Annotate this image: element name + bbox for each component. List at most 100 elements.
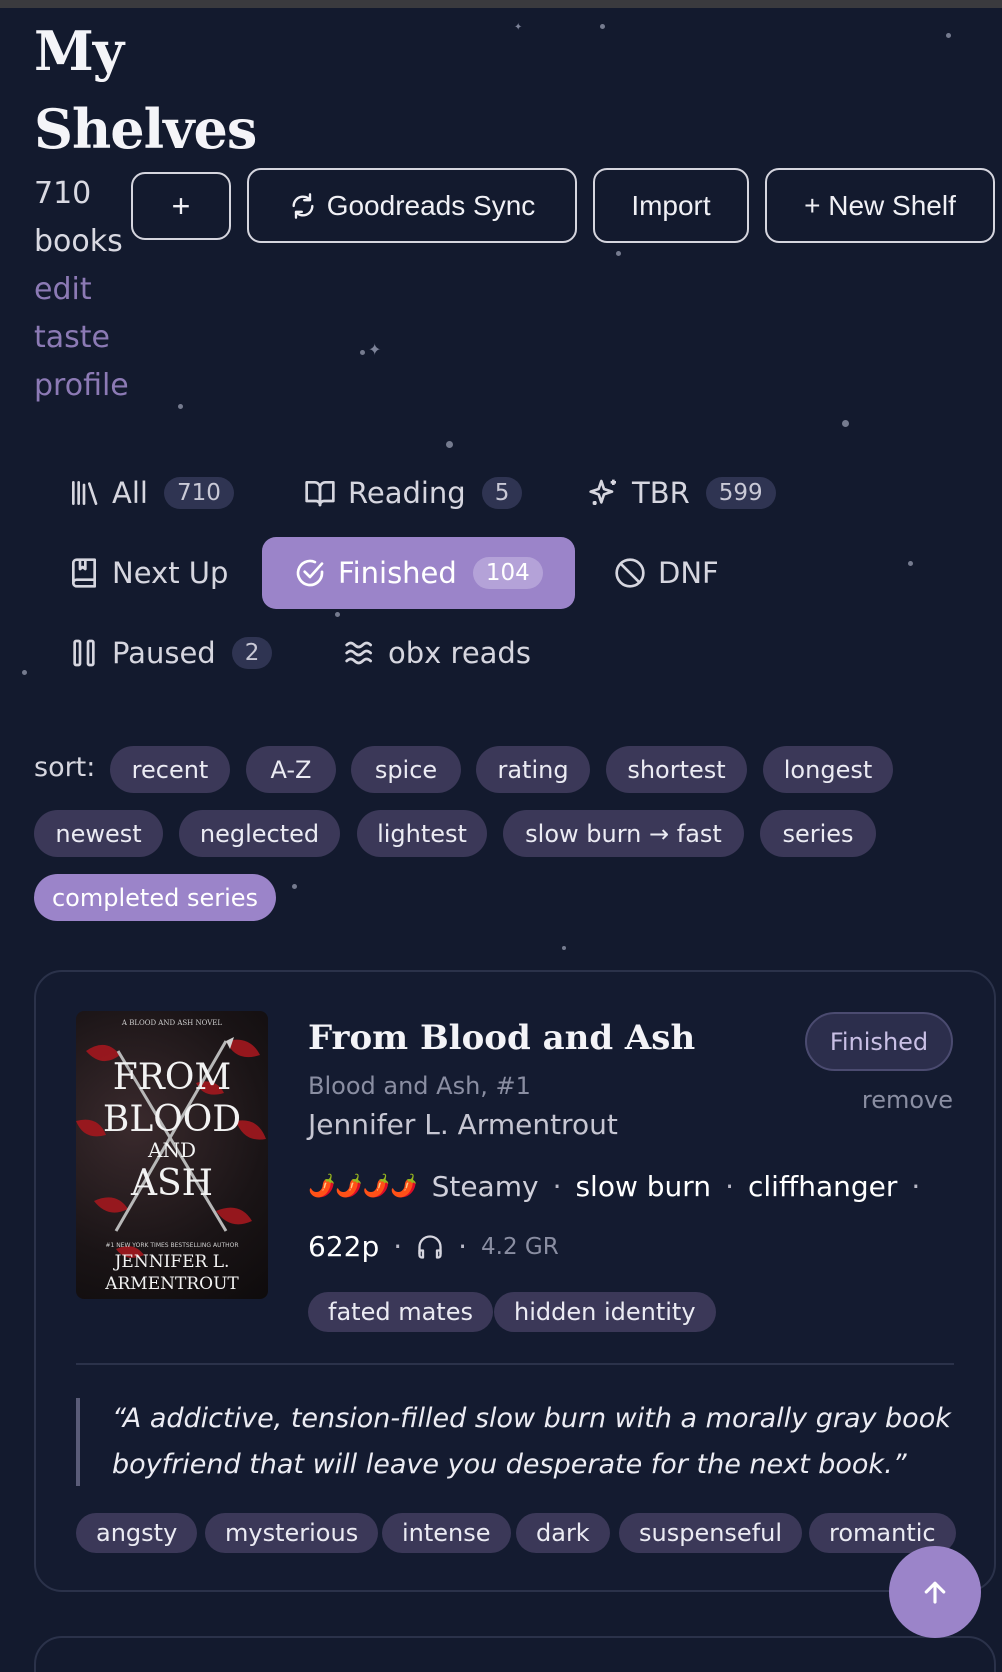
mood-tag[interactable]: angsty — [76, 1513, 198, 1553]
sort-chip-slow-burn-fast[interactable]: slow burn → fast — [503, 810, 744, 857]
separator-dot: · — [393, 1230, 403, 1263]
book-cover[interactable]: A BLOOD AND ASH NOVEL FROM BLOOD AND ASH… — [76, 1011, 268, 1299]
book-details-line: 🌶️🌶️🌶️🌶️ Steamy · slow burn · cliffhange… — [308, 1170, 920, 1203]
book-count: 710 books — [34, 170, 129, 266]
status-label: Finished — [829, 1027, 929, 1056]
open-book-icon — [305, 481, 335, 507]
mood-tag[interactable]: intense — [382, 1513, 511, 1553]
sort-chip-a-z[interactable]: A-Z — [246, 746, 336, 793]
star-decoration — [600, 24, 605, 29]
star-decoration — [335, 612, 340, 617]
shelf-meta: 710 books edit taste profile — [34, 170, 129, 410]
sort-chip-series[interactable]: series — [760, 810, 876, 857]
waves-icon — [345, 641, 372, 665]
star-decoration — [842, 420, 849, 427]
tab-label: obx reads — [388, 636, 531, 670]
page-title-line: My — [34, 19, 124, 83]
sort-chip-spice[interactable]: spice — [351, 746, 461, 793]
tab-next-up[interactable]: Next Up — [68, 537, 228, 609]
mood-tag[interactable]: dark — [516, 1513, 610, 1553]
tab-obx-reads[interactable]: obx reads — [344, 617, 531, 689]
star-decoration — [446, 441, 453, 448]
sort-chip-recent[interactable]: recent — [110, 746, 230, 793]
sort-chip-newest[interactable]: newest — [34, 810, 163, 857]
book-quote: “A addictive, tension-filled slow burn w… — [112, 1403, 951, 1480]
page-count: 622p — [308, 1230, 380, 1263]
page-title-line: Shelves — [34, 97, 257, 161]
separator-dot: · — [725, 1170, 734, 1203]
trope-tag[interactable]: fated mates — [308, 1292, 493, 1332]
link-line: taste — [34, 320, 110, 355]
star-decoration — [22, 670, 27, 675]
tab-label: TBR — [632, 476, 690, 510]
star-decoration — [616, 251, 621, 256]
sort-label: sort: — [34, 752, 96, 783]
goodreads-rating: 4.2 GR — [481, 1233, 559, 1260]
cover-top-text: A BLOOD AND ASH NOVEL — [121, 1019, 222, 1027]
add-button-label: + — [171, 187, 191, 224]
tab-dnf[interactable]: DNF — [614, 537, 719, 609]
book-count-label: books — [34, 224, 123, 259]
tab-finished[interactable]: Finished 104 — [262, 537, 575, 609]
new-shelf-button-label: + New Shelf — [804, 189, 956, 221]
headphones-icon — [418, 1234, 442, 1259]
sort-chip-completed-series[interactable]: completed series — [34, 874, 276, 921]
cover-title-line: FROM — [113, 1057, 231, 1098]
star-decoration — [360, 350, 365, 355]
star-decoration — [562, 946, 566, 950]
trope-label: slow burn — [575, 1170, 712, 1203]
cover-title-line: AND — [147, 1138, 196, 1162]
goodreads-sync-button[interactable]: Goodreads Sync — [247, 168, 577, 243]
star-decoration — [908, 561, 913, 566]
cover-title-line: ASH — [130, 1163, 213, 1204]
quote-bar — [76, 1398, 80, 1486]
sparkle-decoration: ✦ — [514, 22, 523, 33]
mood-tag[interactable]: mysterious — [205, 1513, 379, 1553]
sort-chip-shortest[interactable]: shortest — [606, 746, 747, 793]
import-button-label: Import — [631, 189, 711, 221]
ban-icon — [615, 558, 645, 588]
tab-reading[interactable]: Reading 5 — [304, 457, 523, 529]
star-decoration — [178, 404, 183, 409]
link-line: profile — [34, 368, 129, 403]
spice-level: Steamy — [431, 1170, 539, 1203]
library-icon — [72, 481, 98, 505]
window-top-bar — [0, 0, 1002, 8]
sort-chip-neglected[interactable]: neglected — [179, 810, 340, 857]
sort-chip-lightest[interactable]: lightest — [357, 810, 487, 857]
book-series: Blood and Ash, #1 — [308, 1072, 531, 1100]
mood-tag[interactable]: suspenseful — [619, 1513, 803, 1553]
tab-count-badge: 104 — [472, 557, 543, 589]
import-button[interactable]: Import — [593, 168, 749, 243]
separator-dot: · — [458, 1230, 468, 1263]
cover-author-line: JENNIFER L. — [113, 1252, 230, 1272]
tab-count-badge: 710 — [163, 477, 234, 509]
edit-taste-profile-link[interactable]: edit taste profile — [34, 266, 129, 410]
scroll-to-top-button[interactable] — [889, 1546, 981, 1638]
tab-label: Reading — [348, 476, 466, 510]
new-shelf-button[interactable]: + New Shelf — [765, 168, 995, 243]
pause-icon — [73, 639, 95, 667]
book-title[interactable]: From Blood and Ash — [308, 1018, 695, 1058]
remove-link[interactable]: remove — [862, 1086, 953, 1114]
arrow-up-icon — [924, 1581, 946, 1604]
check-circle-icon — [296, 559, 324, 587]
cover-title-line: BLOOD — [103, 1099, 241, 1140]
tab-count-badge: 2 — [231, 637, 273, 669]
chili-pepper-icon: 🌶️🌶️🌶️🌶️ — [308, 1174, 418, 1199]
tab-label: DNF — [658, 556, 719, 590]
sync-button-label: Goodreads Sync — [326, 189, 536, 221]
add-button[interactable]: + — [131, 172, 231, 240]
sync-icon — [292, 192, 314, 219]
sparkle-decoration: ✦ — [368, 340, 382, 359]
separator-dot: · — [911, 1170, 921, 1203]
trope-tag[interactable]: hidden identity — [494, 1292, 716, 1332]
tab-label: Paused — [112, 636, 216, 670]
sort-chip-longest[interactable]: longest — [763, 746, 893, 793]
tab-paused[interactable]: Paused 2 — [68, 617, 273, 689]
status-badge[interactable]: Finished — [805, 1012, 953, 1071]
tab-all[interactable]: All 710 — [68, 457, 234, 529]
sort-chip-rating[interactable]: rating — [476, 746, 590, 793]
tab-tbr[interactable]: TBR 599 — [588, 457, 776, 529]
cover-author-line: ARMENTROUT — [104, 1274, 239, 1294]
